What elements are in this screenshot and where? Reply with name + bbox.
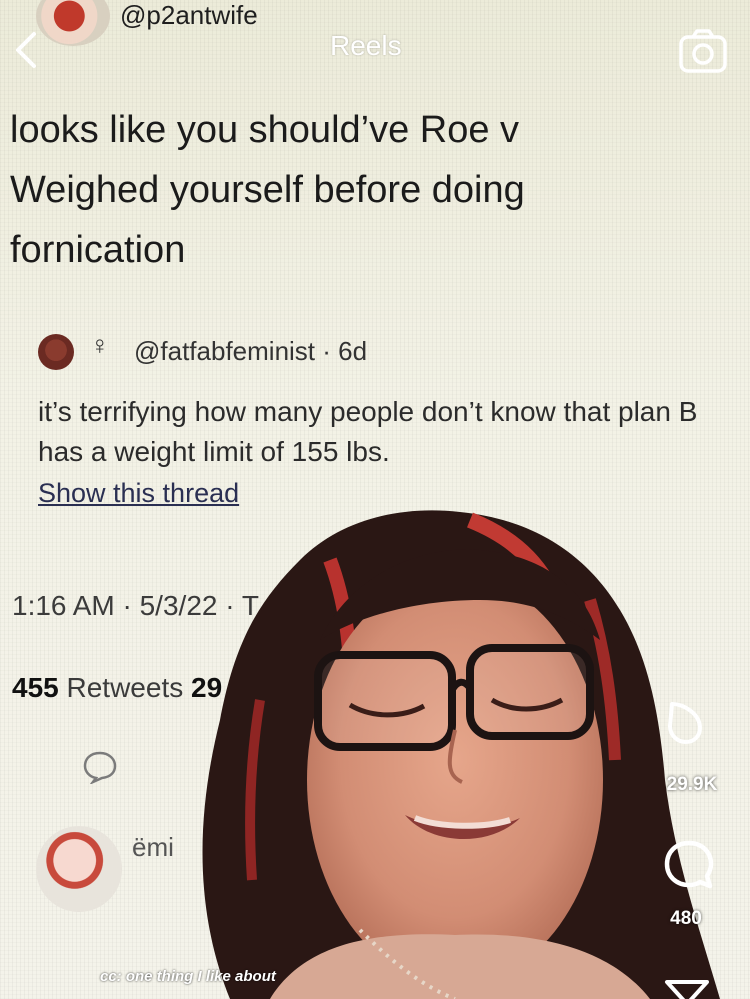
like-count: 29.9K (666, 774, 718, 795)
comment-count: 480 (670, 908, 702, 929)
reel-screen: @p2antwife Reels looks like you should’v… (0, 0, 750, 999)
send-icon[interactable] (664, 978, 710, 999)
person-video (202, 510, 720, 999)
like-icon[interactable] (664, 700, 704, 746)
comment-icon[interactable] (662, 838, 716, 892)
video-caption: cc: one thing I like about (100, 968, 276, 985)
